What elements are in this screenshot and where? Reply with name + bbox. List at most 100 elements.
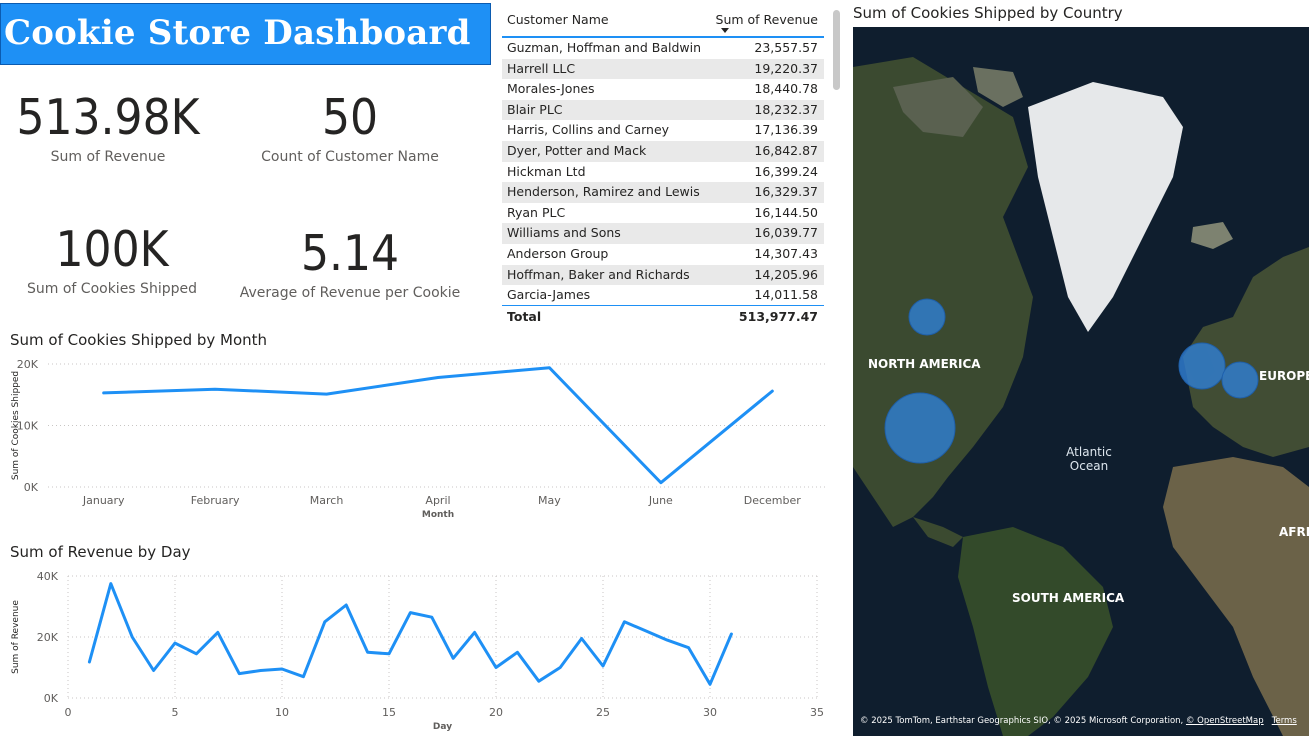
data-point [558,666,562,670]
x-tick-label: April [425,494,450,507]
customer-name-cell: Harris, Collins and Carney [507,122,670,138]
data-point [644,629,648,633]
data-point [259,669,263,673]
label-africa: AFRICA [1279,525,1309,539]
table-row[interactable]: Ryan PLC 16,144.50 [502,203,824,224]
data-point [344,603,348,607]
cookies-by-month-chart[interactable]: 0K10K20KJanuary February March April May June… [0,350,840,530]
kpi-card-cookies[interactable]: 100K Sum of Cookies Shipped [12,221,212,298]
terms-link[interactable]: Terms [1272,716,1297,726]
table-row[interactable]: Harris, Collins and Carney 17,136.39 [502,120,824,141]
revenue-cell: 14,307.43 [754,245,818,261]
data-point [87,660,91,664]
kpi-card-avg-revenue[interactable]: 5.14 Average of Revenue per Cookie [230,226,470,302]
data-point [237,672,241,676]
revenue-cell: 16,399.24 [754,163,818,179]
data-point [408,611,412,615]
data-point [109,582,113,586]
x-tick-label: March [310,494,344,507]
data-point [323,620,327,624]
x-tick-label: 10 [275,706,289,719]
map-bubble-united-kingdom[interactable] [1178,342,1226,390]
table-row[interactable]: Guzman, Hoffman and Baldwin 23,557.57 [502,38,824,59]
kpi-card-customers[interactable]: 50 Count of Customer Name [250,89,450,166]
chart-title-day: Sum of Revenue by Day [10,543,191,561]
revenue-cell: 16,329.37 [754,184,818,200]
table-row[interactable]: Williams and Sons 16,039.77 [502,223,824,244]
sort-descending-icon[interactable] [721,28,729,33]
data-point [194,652,198,656]
kpi-card-revenue[interactable]: 513.98K Sum of Revenue [8,90,208,166]
x-tick-label: 0 [65,706,72,719]
country-map[interactable]: NORTH AMERICA EUROPE Atlantic Ocean AFRI… [853,27,1309,736]
column-header-customer[interactable]: Customer Name [507,12,609,27]
data-point [622,620,626,624]
x-tick-label: 35 [810,706,824,719]
y-tick-label: 20K [17,358,39,371]
kpi-label: Count of Customer Name [261,149,439,165]
revenue-cell: 16,842.87 [754,142,818,158]
x-tick-label: 20 [489,706,503,719]
table-row[interactable]: Hickman Ltd 16,399.24 [502,162,824,183]
table-row[interactable]: Henderson, Ramirez and Lewis 16,329.37 [502,182,824,203]
data-point [729,632,733,636]
satellite-map-svg[interactable]: NORTH AMERICA EUROPE Atlantic Ocean AFRI… [853,27,1309,736]
table-row[interactable]: Blair PLC 18,232.37 [502,99,824,121]
series-line [87,582,733,686]
table-scrollbar[interactable] [833,10,840,90]
data-point [665,638,669,642]
kpi-label: Sum of Cookies Shipped [27,281,197,297]
kpi-label: Sum of Revenue [50,149,166,165]
data-point [436,376,440,380]
x-axis-title: Day [433,722,452,732]
revenue-by-day-chart[interactable]: 0K 20K 40K 0 5 10 15 20 25 30 35 Day Sum of Revenue [0,562,840,736]
revenue-cell: 17,136.39 [754,122,818,138]
customer-name-cell: Morales-Jones [507,81,595,97]
x-tick-label: December [744,494,802,507]
customer-name-cell: Williams and Sons [507,225,621,241]
customer-name-cell: Harrell LLC [507,60,576,76]
data-point [366,650,370,654]
map-bubble-canada[interactable] [908,298,946,336]
label-atlantic: Atlantic [1066,445,1112,459]
data-point [430,615,434,619]
revenue-cell: 23,557.57 [754,40,818,55]
dashboard-title: Cookie Store Dashboard [4,13,471,53]
data-point [708,682,712,686]
data-point [580,637,584,641]
map-bubble-germany[interactable] [1221,361,1259,399]
openstreetmap-link[interactable]: © OpenStreetMap [1186,716,1264,726]
data-point [325,392,329,396]
customer-name-cell: Garcia-James [507,287,591,303]
data-point [687,646,691,650]
revenue-cell: 16,144.50 [754,204,818,220]
x-tick-label: June [648,494,673,507]
table-row[interactable]: Hoffman, Baker and Richards 14,205.96 [502,264,824,286]
x-tick-label: May [538,494,561,507]
customer-name-cell: Guzman, Hoffman and Baldwin [507,40,702,55]
data-point [473,630,477,634]
x-tick-label: 25 [596,706,610,719]
x-tick-label: February [191,494,240,507]
table-row[interactable]: Harrell LLC 19,220.37 [502,58,824,80]
customer-name-cell: Henderson, Ramirez and Lewis [507,184,700,200]
table-row[interactable]: Morales-Jones 18,440.78 [502,79,824,100]
kpi-value: 50 [321,89,379,146]
data-point [213,387,217,391]
y-axis-title: Sum of Revenue [11,600,21,674]
data-point [547,366,551,370]
column-header-revenue[interactable]: Sum of Revenue [716,12,818,27]
table-header: Customer Name Sum of Revenue [502,6,824,38]
table-total-row: Total 513,977.47 [502,305,824,328]
kpi-value: 100K [55,221,169,278]
table-row[interactable]: Garcia-James 14,011.58 [502,285,824,306]
data-point [216,630,220,634]
customer-revenue-table[interactable]: Customer Name Sum of Revenue Guzman, Hof… [502,6,824,328]
x-axis-title: Month [422,510,454,520]
table-row[interactable]: Dyer, Potter and Mack 16,842.87 [502,140,824,162]
data-point [659,481,663,485]
table-row[interactable]: Anderson Group 14,307.43 [502,244,824,265]
map-bubble-united-states[interactable] [884,392,956,464]
data-point [451,656,455,660]
x-tick-label: 5 [172,706,179,719]
